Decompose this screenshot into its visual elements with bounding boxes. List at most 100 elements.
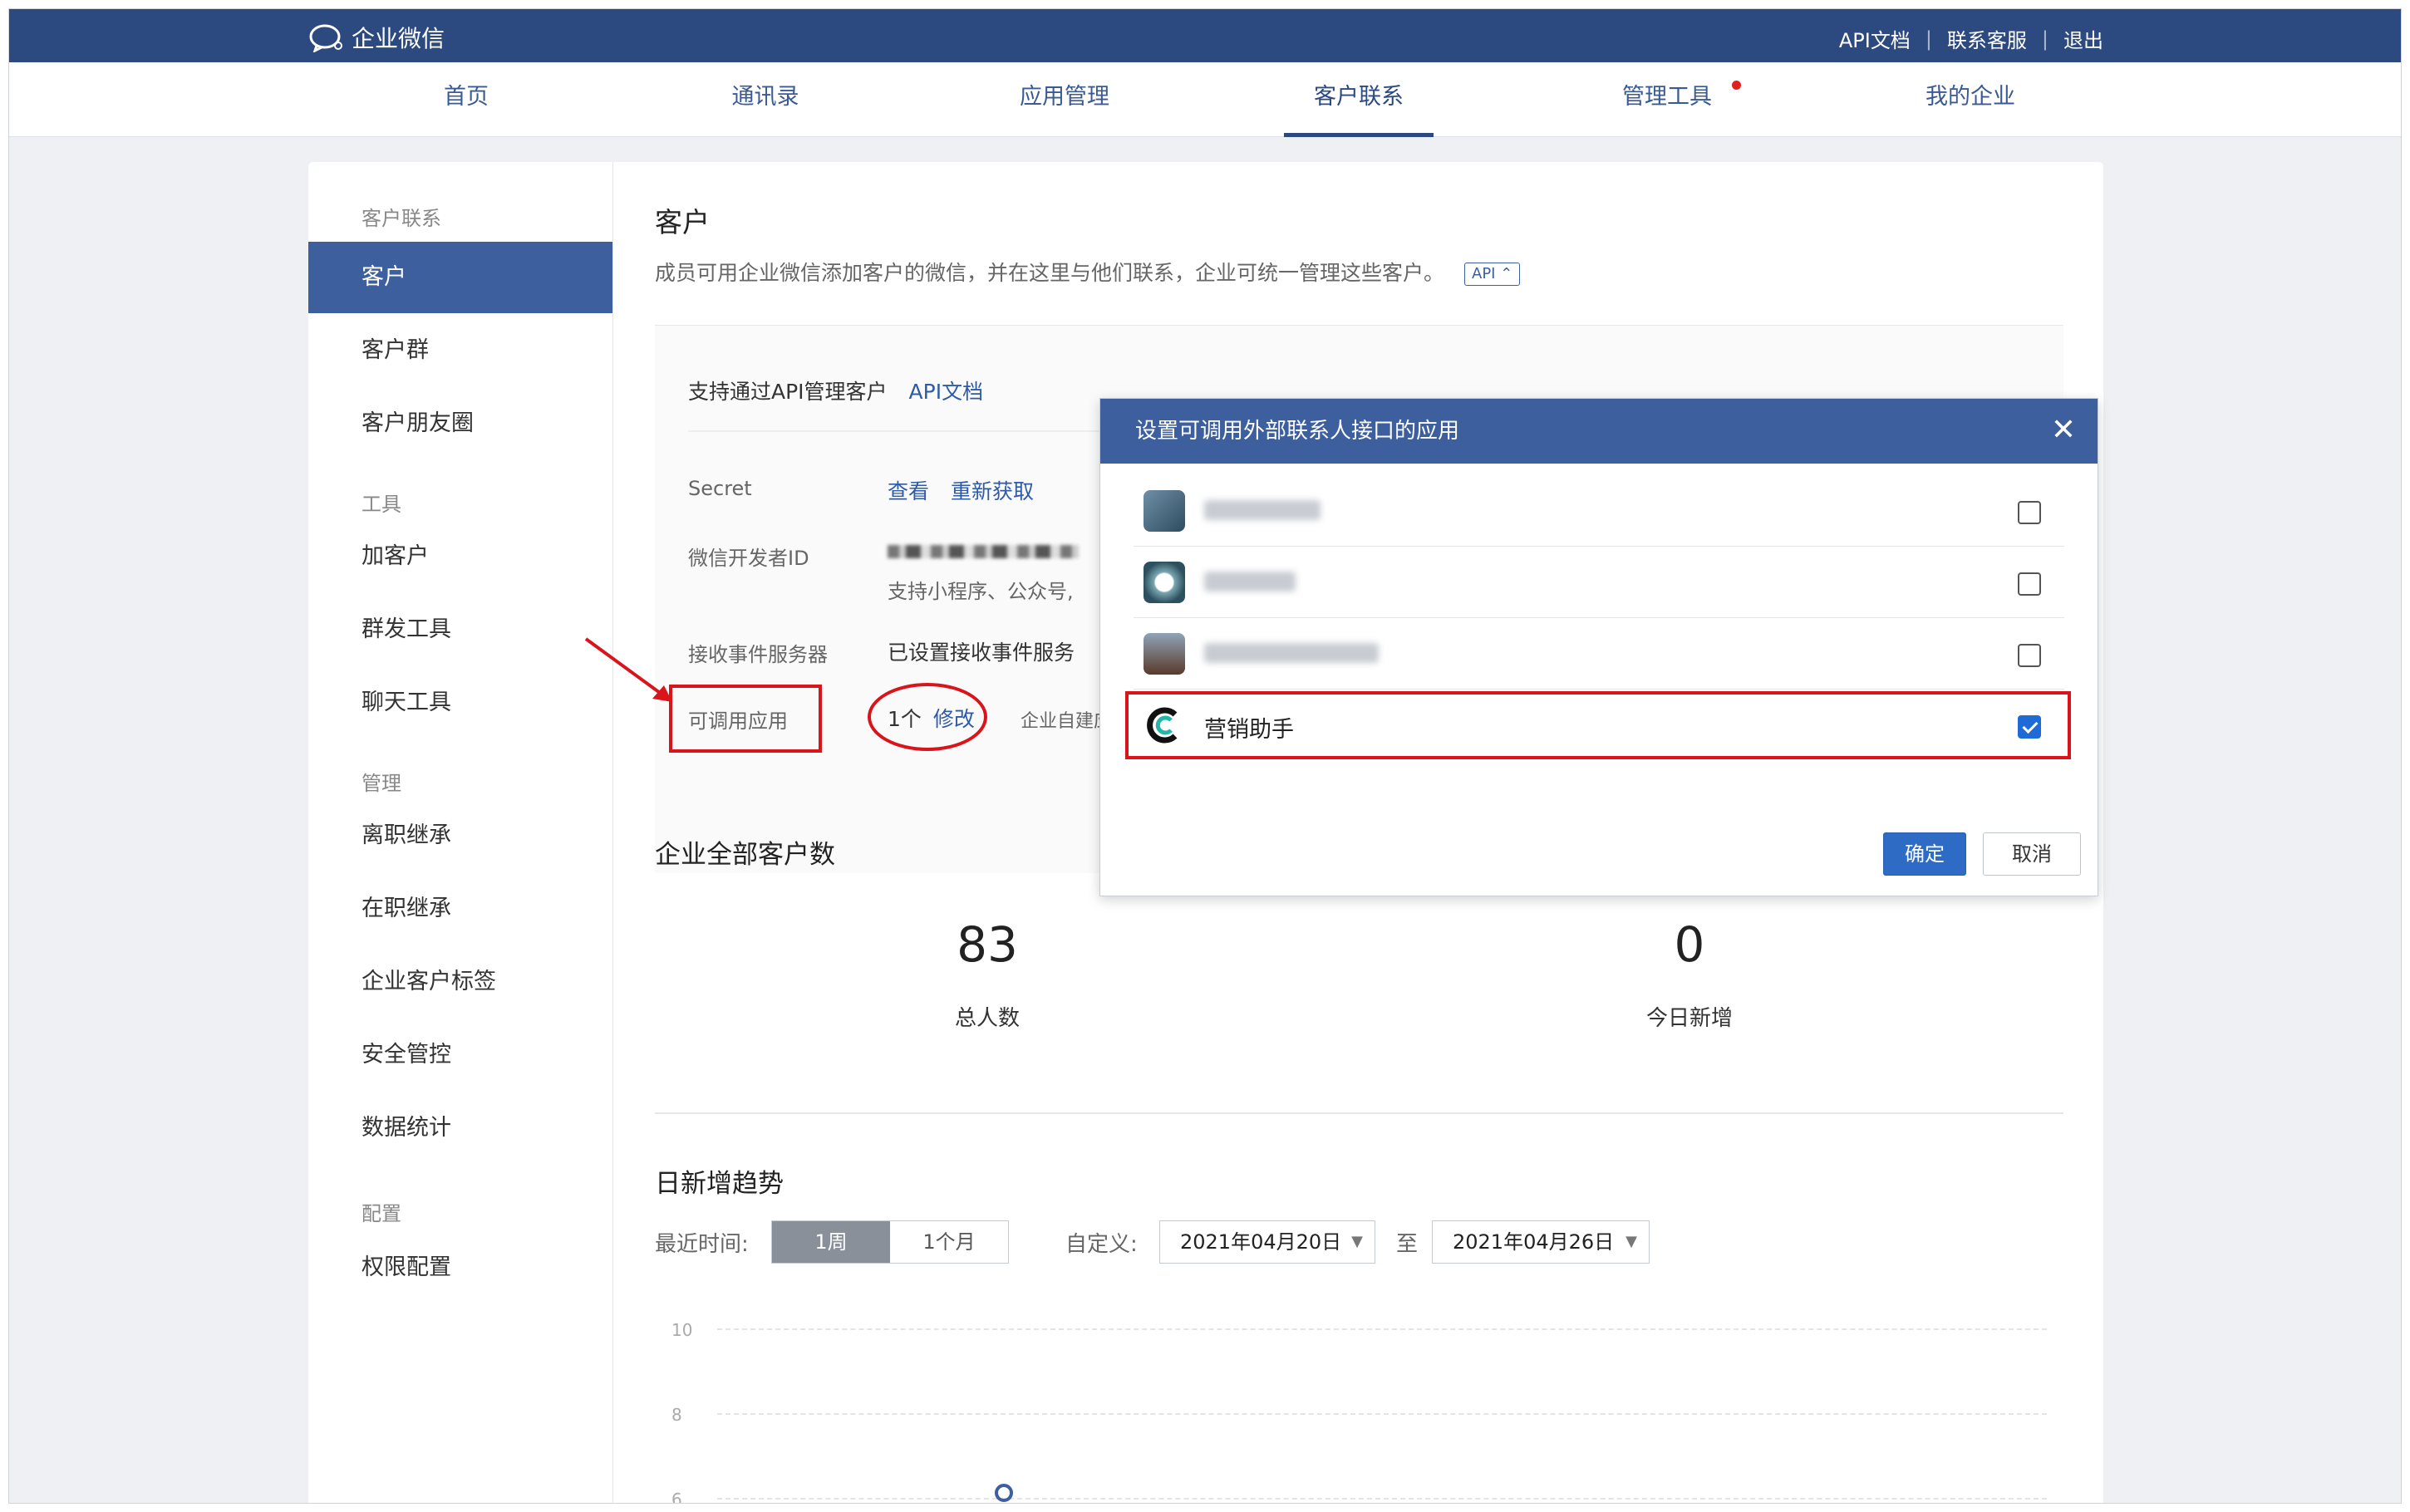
app-checkbox[interactable] (2018, 501, 2041, 524)
logout-link[interactable]: 退出 (2063, 24, 2103, 53)
notification-dot (1732, 81, 1741, 90)
trend-title: 日新增趋势 (655, 1169, 784, 1199)
close-icon[interactable]: ✕ (2051, 415, 2076, 445)
app-row[interactable] (1134, 475, 2064, 547)
sidebar-section-title: 客户联系 (362, 207, 441, 230)
nav-customer-contact[interactable]: 客户联系 (1284, 62, 1434, 137)
sidebar-item-add-customer[interactable]: 加客户 (308, 521, 612, 592)
app-icon (1144, 562, 1185, 603)
top-links: API文档 | 联系客服 | 退出 (1839, 24, 2103, 53)
secret-label: Secret (688, 477, 752, 500)
nav-contacts[interactable]: 通讯录 (716, 62, 815, 137)
total-customers-title: 企业全部客户数 (655, 840, 835, 870)
developer-id-label: 微信开发者ID (688, 547, 809, 570)
y-tick-label: 8 (671, 1405, 682, 1425)
sidebar-item-security[interactable]: 安全管控 (308, 1019, 612, 1091)
secret-refresh-link[interactable]: 重新获取 (951, 479, 1034, 503)
sidebar-item-customers[interactable]: 客户 (308, 242, 612, 313)
y-tick-label: 10 (671, 1320, 693, 1340)
nav-label: 管理工具 (1622, 84, 1712, 110)
app-checkbox[interactable] (2018, 572, 2041, 596)
highlight-box (1125, 691, 2071, 759)
nav-label: 应用管理 (1020, 84, 1109, 110)
nav-label: 首页 (444, 84, 489, 110)
api-doc-link[interactable]: API文档 (1839, 24, 1911, 53)
nav-label: 通讯录 (731, 84, 799, 110)
divider (688, 430, 1120, 432)
main-nav: 首页 通讯录 应用管理 客户联系 管理工具 我的企业 (9, 62, 2401, 137)
secret-view-link[interactable]: 查看 (888, 479, 929, 503)
nav-my-company[interactable]: 我的企业 (1908, 62, 2033, 137)
page-description: 成员可用企业微信添加客户的微信，并在这里与他们联系，企业可统一管理这些客户。 AP… (655, 257, 1521, 287)
nav-home[interactable]: 首页 (416, 62, 516, 137)
date-from-select[interactable]: 2021年04月20日 ▼ (1159, 1220, 1375, 1264)
nav-label: 我的企业 (1926, 84, 2015, 110)
caret-down-icon: ▼ (1351, 1233, 1363, 1250)
app-checkbox[interactable] (2018, 644, 2041, 667)
total-count: 83 (957, 916, 1018, 973)
api-support-row: 支持通过API管理客户 API文档 (688, 376, 983, 405)
logo-text: 企业微信 (352, 25, 445, 52)
range-month-button[interactable]: 1个月 (890, 1221, 1008, 1263)
nav-app-management[interactable]: 应用管理 (1002, 62, 1127, 137)
dialog-header: 设置可调用外部联系人接口的应用 ✕ (1100, 399, 2098, 464)
caret-down-icon: ▼ (1626, 1233, 1637, 1250)
top-bar: 企业微信 API文档 | 联系客服 | 退出 (9, 9, 2401, 62)
grid-line (717, 1498, 2047, 1500)
nav-label: 客户联系 (1314, 84, 1404, 110)
sidebar-section-title: 工具 (362, 493, 401, 516)
sidebar-section-title: 配置 (362, 1202, 401, 1225)
sidebar-item-resigned-transfer[interactable]: 离职继承 (308, 800, 612, 871)
highlight-box (669, 685, 822, 753)
confirm-button[interactable]: 确定 (1883, 832, 1966, 876)
event-server-value: 已设置接收事件服务 (888, 641, 1075, 665)
sidebar-section-title: 管理 (362, 772, 401, 795)
sidebar-item-customer-groups[interactable]: 客户群 (308, 315, 612, 386)
today-new-count: 0 (1674, 916, 1705, 973)
sidebar-item-moments[interactable]: 客户朋友圈 (308, 388, 612, 459)
range-week-button[interactable]: 1周 (772, 1221, 890, 1263)
sidebar: 客户联系 客户 客户群 客户朋友圈 工具 加客户 群发工具 聊天工具 管理 离职… (308, 162, 613, 1503)
date-to-select[interactable]: 2021年04月26日 ▼ (1432, 1220, 1650, 1264)
api-toggle-badge[interactable]: API ⌃ (1464, 263, 1521, 286)
app-row[interactable] (1134, 618, 2064, 690)
annotation-arrow-icon (584, 637, 672, 702)
sidebar-item-permissions[interactable]: 权限配置 (308, 1232, 612, 1303)
developer-id-redacted (888, 545, 1079, 558)
to-label: 至 (1396, 1232, 1419, 1257)
recent-label: 最近时间: (655, 1232, 749, 1257)
description-text: 成员可用企业微信添加客户的微信，并在这里与他们联系，企业可统一管理这些客户。 (655, 261, 1445, 285)
app-icon (1144, 490, 1185, 532)
sidebar-item-statistics[interactable]: 数据统计 (308, 1092, 612, 1164)
custom-label: 自定义: (1065, 1232, 1138, 1257)
page-title: 客户 (655, 206, 710, 238)
today-new-label: 今日新增 (1645, 1006, 1733, 1031)
app-name-redacted (1204, 500, 1321, 520)
app-window: 企业微信 API文档 | 联系客服 | 退出 首页 通讯录 应用管理 客户联系 … (8, 8, 2402, 1504)
divider (655, 1112, 2063, 1114)
event-server-label: 接收事件服务器 (688, 643, 828, 666)
sidebar-item-customer-tags[interactable]: 企业客户标签 (308, 946, 612, 1018)
sidebar-item-active-transfer[interactable]: 在职继承 (308, 873, 612, 945)
highlight-ellipse (868, 683, 987, 751)
user-marker-icon (995, 1484, 1013, 1502)
secret-actions: 查看 重新获取 (888, 475, 1034, 505)
divider: | (2041, 27, 2048, 51)
total-count-label: 总人数 (954, 1006, 1020, 1031)
grid-line (717, 1413, 2047, 1415)
api-doc-link[interactable]: API文档 (909, 380, 984, 404)
divider: | (1925, 27, 1932, 51)
callable-apps-dialog: 设置可调用外部联系人接口的应用 ✕ 营销助手 确定 取消 (1099, 398, 2098, 896)
sidebar-item-mass-send[interactable]: 群发工具 (308, 594, 612, 665)
apps-note: 企业自建应 (1021, 711, 1113, 732)
contact-support-link[interactable]: 联系客服 (1947, 24, 2027, 53)
sidebar-item-chat-tools[interactable]: 聊天工具 (308, 667, 612, 739)
app-row[interactable] (1134, 547, 2064, 618)
nav-management-tools[interactable]: 管理工具 (1605, 62, 1741, 137)
logo[interactable]: 企业微信 (308, 21, 445, 54)
cancel-button[interactable]: 取消 (1983, 832, 2081, 876)
app-name-redacted (1204, 643, 1379, 663)
dialog-title: 设置可调用外部联系人接口的应用 (1135, 419, 1460, 444)
date-from-value: 2021年04月20日 (1180, 1230, 1342, 1254)
range-segment: 1周 1个月 (771, 1220, 1009, 1264)
